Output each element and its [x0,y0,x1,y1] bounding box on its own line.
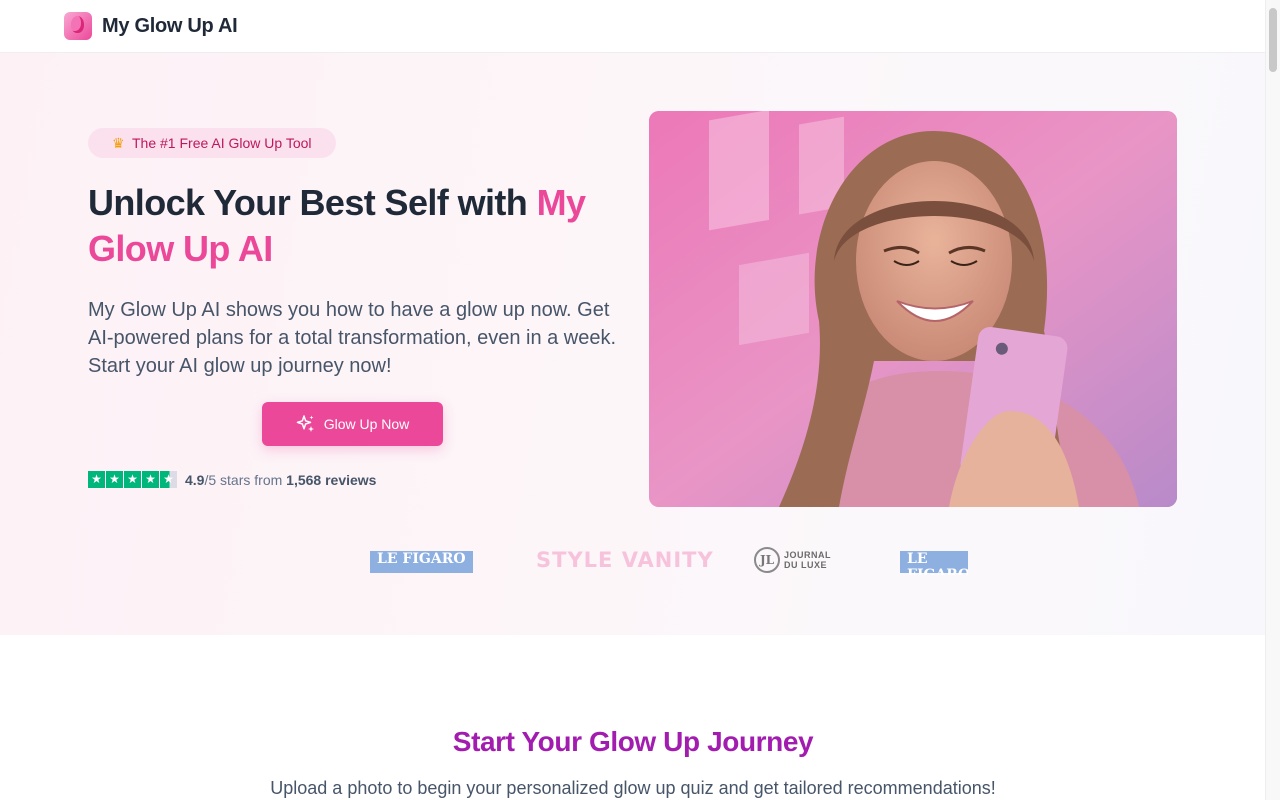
trustpilot-stars: ★ ★ ★ ★ ★ [88,471,177,488]
brand[interactable]: My Glow Up AI [64,12,238,40]
hero-description: My Glow Up AI shows you how to have a gl… [88,299,617,377]
style-vanity-logo: STYLE VANITY [536,548,714,572]
hero-photo [649,111,1177,507]
glow-up-logo-icon [64,12,92,40]
journey-section-subtitle: Upload a photo to begin your personalize… [270,778,996,798]
crown-icon: ♛ [112,135,125,151]
du-luxe-word: DU LUXE [784,560,828,570]
hero-title-main: Unlock Your Best Self with [88,182,537,223]
star-icon: ★ [88,471,105,488]
review-count: 1,568 reviews [286,471,377,488]
top-header: My Glow Up AI [0,0,1266,53]
rating-score: 4.9 [185,471,205,488]
brand-name: My Glow Up AI [102,14,238,37]
top-tool-badge: ♛ The #1 Free AI Glow Up Tool [88,128,336,158]
glow-up-now-button[interactable]: Glow Up Now [262,402,443,446]
le-figaro-logo: LE FIGARO [370,545,473,575]
le-figaro-logo-repeat: LE FIGARO [900,545,968,575]
star-icon: ★ [124,471,141,488]
jl-monogram-icon: JL [754,547,780,573]
journal-du-luxe-logo: JL JOURNAL DU LUXE [754,545,831,575]
hero-title: Unlock Your Best Self with My Glow Up AI [88,180,608,272]
press-logos-strip: LE FIGARO STYLE VANITY JL JOURNAL DU LUXE… [296,545,968,575]
rating-text: 4.9/5 stars from 1,568 reviews [185,472,376,488]
star-icon: ★ [106,471,123,488]
half-star-icon: ★ [160,471,177,488]
rating-suffix: /5 stars from [204,471,287,488]
glow-up-now-label: Glow Up Now [323,416,410,432]
journey-section-title: Start Your Glow Up Journey [452,726,814,757]
smiling-woman-with-phone-image [649,111,1177,507]
scrollbar-thumb[interactable] [1269,8,1277,72]
rating-row: ★ ★ ★ ★ ★ 4.9/5 stars from 1,568 reviews [88,471,376,488]
sparkles-icon [296,415,314,432]
page-scrollbar[interactable] [1265,0,1280,800]
badge-text: The #1 Free AI Glow Up Tool [132,135,312,151]
journal-word: JOURNAL [784,550,832,560]
star-icon: ★ [142,471,159,488]
